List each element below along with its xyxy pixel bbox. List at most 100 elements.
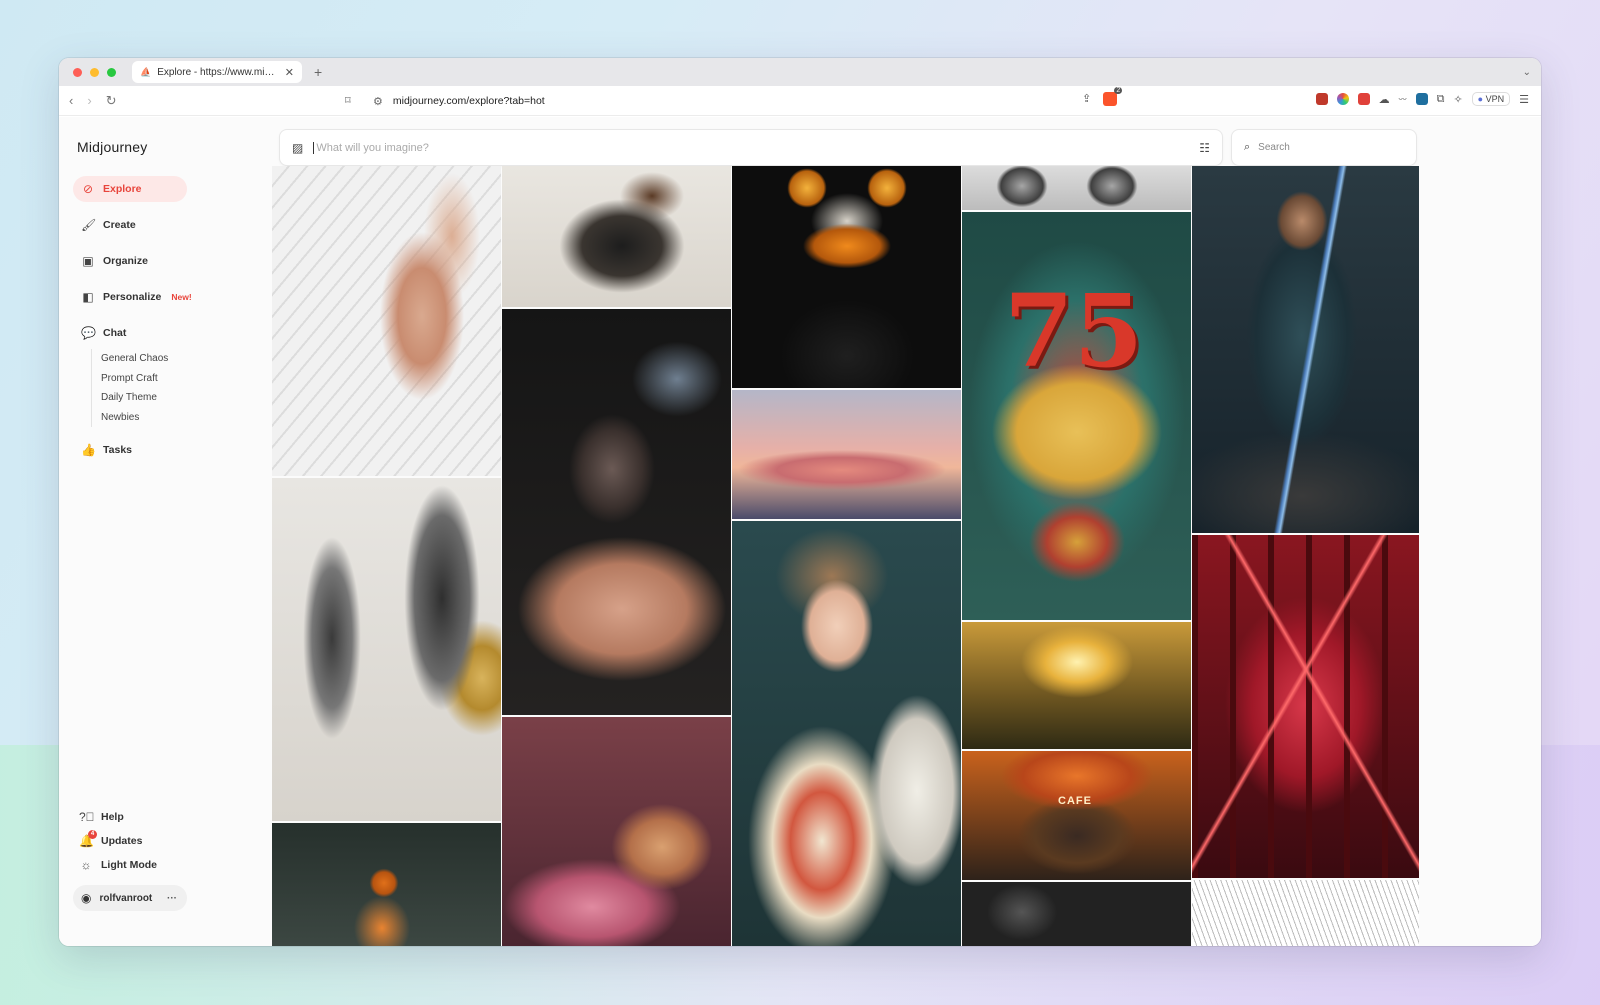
gallery-image-autumn-cafe[interactable]: CAFE [962, 751, 1191, 880]
brand-logo[interactable]: Midjourney [77, 139, 147, 155]
address-bar[interactable]: ⚙ midjourney.com/explore?tab=hot [369, 90, 1139, 112]
minimize-window-button[interactable] [90, 67, 99, 77]
cloud-icon[interactable]: ☁ [1379, 93, 1390, 106]
light-mode-label: Light Mode [101, 859, 157, 871]
cafe-sign-text: CAFE [1058, 795, 1092, 807]
chat-channel-general-chaos[interactable]: General Chaos [101, 349, 168, 369]
settings-sliders-icon[interactable]: ☷ [1199, 141, 1210, 155]
help-icon: ?⃝ [79, 810, 95, 824]
help-button[interactable]: ?⃝ Help [79, 810, 124, 824]
number-75-text: 75 [1004, 272, 1144, 390]
chat-channel-newbies[interactable]: Newbies [101, 408, 168, 428]
sidebar-item-personalize[interactable]: ◧ Personalize New! [73, 284, 213, 310]
gallery-image-golden-valley[interactable] [962, 622, 1191, 749]
sidebar-item-label: Explore [103, 183, 142, 195]
search-input[interactable] [1258, 142, 1404, 153]
imagine-prompt-bar: ▨ ☷ [279, 129, 1223, 166]
tab-strip: ⛵ Explore - https://www.midjourney.com/e… [59, 58, 1541, 86]
gallery-image-baby-griffin[interactable] [502, 309, 731, 715]
close-tab-icon[interactable]: ✕ [285, 66, 294, 79]
updates-count-badge: 4 [88, 830, 97, 839]
sidebar: Midjourney ⊘ Explore 🖌 Create ▣ Organize… [59, 117, 272, 946]
gallery-image-banana-leaves[interactable] [272, 478, 501, 821]
zoom-window-button[interactable] [107, 67, 116, 77]
help-label: Help [101, 811, 124, 823]
back-icon[interactable]: ‹ [69, 93, 73, 109]
puzzle-icon[interactable]: ⧉ [1437, 93, 1445, 106]
brush-icon: 🖌 [81, 218, 97, 232]
username: rolfvanroot [99, 892, 153, 904]
url-text: midjourney.com/explore?tab=hot [392, 95, 545, 107]
gallery-image-red-forest[interactable] [1192, 535, 1419, 878]
gallery-image-tree-sketch[interactable] [1192, 880, 1419, 946]
menu-icon[interactable]: ☰ [1519, 93, 1529, 106]
share-icon[interactable]: ⇪ [1082, 92, 1091, 106]
gallery-image-robot-boots[interactable] [962, 166, 1191, 210]
image-upload-icon[interactable]: ▨ [292, 141, 303, 155]
user-avatar-icon: ◉ [81, 891, 92, 905]
extension-icon[interactable] [1315, 93, 1328, 105]
gallery-image-black-texture[interactable] [962, 882, 1191, 946]
sidebar-item-tasks[interactable]: 👍 Tasks [73, 437, 187, 463]
explore-gallery: 75 CAFE [272, 166, 1419, 946]
close-window-button[interactable] [73, 67, 82, 77]
sparkle-icon[interactable]: ✧ [1453, 93, 1462, 106]
vpn-button[interactable]: ● VPN [1471, 92, 1511, 106]
sidebar-item-explore[interactable]: ⊘ Explore [73, 176, 187, 202]
gallery-image-75-paper-art[interactable]: 75 [962, 212, 1191, 620]
vpn-dot-icon: ● [1477, 94, 1484, 104]
browser-toolbar: ‹ › ↻ ⌑ ⚙ midjourney.com/explore?tab=hot… [59, 86, 1541, 116]
sun-icon: ☼ [80, 858, 92, 872]
page-content: Midjourney ⊘ Explore 🖌 Create ▣ Organize… [59, 117, 1541, 946]
brave-shields-icon[interactable] [1103, 87, 1123, 106]
sailboat-icon: ⛵ [140, 66, 152, 77]
thumbs-up-icon: 👍 [81, 443, 96, 457]
window-controls [73, 67, 116, 77]
browser-window: ⛵ Explore - https://www.midjourney.com/e… [59, 58, 1541, 946]
extension-icon[interactable] [1357, 93, 1370, 105]
sidebar-item-label: Tasks [103, 444, 132, 456]
search-box: ⌕ [1231, 129, 1417, 166]
sidebar-item-label: Organize [103, 255, 148, 267]
extension-icon[interactable]: 〰 [1399, 94, 1407, 105]
light-mode-toggle[interactable]: ☼ Light Mode [79, 858, 158, 872]
sidebar-item-chat[interactable]: 💬 Chat [73, 320, 187, 346]
compass-icon: ⊘ [82, 182, 94, 196]
sidebar-item-label: Create [103, 219, 136, 231]
chat-channel-prompt-craft[interactable]: Prompt Craft [101, 369, 168, 389]
chat-channel-list: General Chaos Prompt Craft Daily Theme N… [91, 349, 168, 427]
sidebar-item-label: Chat [103, 327, 127, 339]
gallery-image-pink-clouds[interactable] [732, 390, 961, 519]
updates-label: Updates [101, 835, 143, 847]
chat-channel-daily-theme[interactable]: Daily Theme [101, 388, 168, 408]
extensions-area: ☁ 〰 ⧉ ✧ ● VPN ☰ [1315, 92, 1529, 106]
extension-icon[interactable] [1415, 93, 1428, 105]
new-tab-icon[interactable]: + [314, 64, 322, 80]
gallery-image-girl-with-eagle[interactable] [732, 521, 961, 946]
gallery-image-keyboard-hands[interactable] [272, 166, 501, 476]
extension-icon[interactable] [1336, 93, 1349, 105]
user-menu[interactable]: ◉ rolfvanroot ··· [73, 885, 187, 911]
more-options-icon[interactable]: ··· [167, 893, 177, 904]
gallery-image-ink-hair[interactable] [502, 166, 731, 307]
gallery-image-baseball-player[interactable] [272, 823, 501, 946]
palette-icon: ◧ [82, 290, 94, 304]
gallery-image-warrior-sword[interactable] [1192, 166, 1419, 533]
gallery-image-pink-compact[interactable] [502, 717, 731, 946]
chevron-down-icon[interactable]: ⌄ [1523, 67, 1531, 78]
site-settings-icon[interactable]: ⚙ [373, 95, 383, 108]
updates-button[interactable]: 🔔 4 Updates [79, 830, 143, 848]
forward-icon[interactable]: › [87, 93, 91, 109]
chat-icon: 💬 [81, 326, 96, 340]
gallery-image-duck-tuxedo[interactable] [732, 166, 961, 388]
sidebar-item-create[interactable]: 🖌 Create [73, 212, 187, 238]
reload-icon[interactable]: ↻ [106, 93, 117, 109]
bell-icon: 🔔 4 [79, 830, 97, 848]
tab-title: Explore - https://www.midjourney.com/exp… [157, 66, 279, 78]
browser-tab[interactable]: ⛵ Explore - https://www.midjourney.com/e… [132, 61, 302, 83]
sidebar-item-label: Personalize [103, 291, 162, 303]
sidebar-item-organize[interactable]: ▣ Organize [73, 248, 187, 274]
bookmark-icon[interactable]: ⌑ [345, 94, 351, 107]
imagine-input[interactable] [313, 141, 1190, 154]
new-badge: New! [171, 292, 192, 302]
